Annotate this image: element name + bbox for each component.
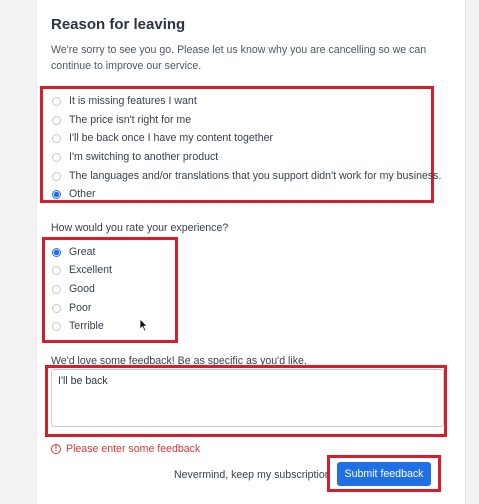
radio-button[interactable] xyxy=(52,115,61,125)
reason-option-label: The price isn't right for me xyxy=(69,114,192,126)
rating-option-label: Terrible xyxy=(69,320,104,332)
reason-option-label: The languages and/or translations that y… xyxy=(69,170,442,182)
reason-option-price[interactable]: The price isn't right for me xyxy=(52,113,191,127)
error-text: Please enter some feedback xyxy=(66,443,201,455)
rating-option-excellent[interactable]: Excellent xyxy=(52,263,112,277)
submit-feedback-button[interactable]: Submit feedback xyxy=(337,462,431,486)
radio-button[interactable] xyxy=(52,321,61,331)
radio-button[interactable] xyxy=(52,133,61,143)
reason-option-switching[interactable]: I'm switching to another product xyxy=(52,150,218,164)
reason-option-label: It is missing features I want xyxy=(69,95,197,107)
form-title: Reason for leaving xyxy=(51,16,186,33)
reason-option-label: I'm switching to another product xyxy=(69,151,219,163)
radio-button-selected[interactable] xyxy=(52,247,61,257)
radio-button-selected[interactable] xyxy=(52,189,61,199)
radio-button[interactable] xyxy=(52,265,61,275)
radio-button[interactable] xyxy=(52,303,61,313)
rating-option-label: Great xyxy=(69,246,96,258)
rating-option-great[interactable]: Great xyxy=(52,245,96,259)
reason-option-other[interactable]: Other xyxy=(52,187,96,201)
radio-button[interactable] xyxy=(52,284,61,294)
rating-option-good[interactable]: Good xyxy=(52,282,95,296)
reason-option-missing-features[interactable]: It is missing features I want xyxy=(52,94,197,108)
reason-option-languages[interactable]: The languages and/or translations that y… xyxy=(52,169,441,183)
error-alert-icon: ! xyxy=(51,444,61,454)
radio-button[interactable] xyxy=(52,152,61,162)
radio-button[interactable] xyxy=(52,96,61,106)
rating-option-label: Good xyxy=(69,283,95,295)
feedback-textarea[interactable]: I'll be back xyxy=(51,369,444,427)
rating-question: How would you rate your experience? xyxy=(51,222,229,234)
radio-button[interactable] xyxy=(52,171,61,181)
rating-option-label: Excellent xyxy=(69,264,112,276)
rating-option-label: Poor xyxy=(69,302,92,314)
reason-option-label: Other xyxy=(69,188,96,200)
reason-option-be-back[interactable]: I'll be back once I have my content toge… xyxy=(52,131,273,145)
keep-subscription-link[interactable]: Nevermind, keep my subscription xyxy=(174,469,331,481)
feedback-error-message: ! Please enter some feedback xyxy=(51,443,200,455)
mouse-cursor-icon xyxy=(139,318,149,332)
rating-option-poor[interactable]: Poor xyxy=(52,301,91,315)
reason-option-label: I'll be back once I have my content toge… xyxy=(69,132,274,144)
form-intro-text: We're sorry to see you go. Please let us… xyxy=(51,44,427,72)
rating-option-terrible[interactable]: Terrible xyxy=(52,319,104,333)
